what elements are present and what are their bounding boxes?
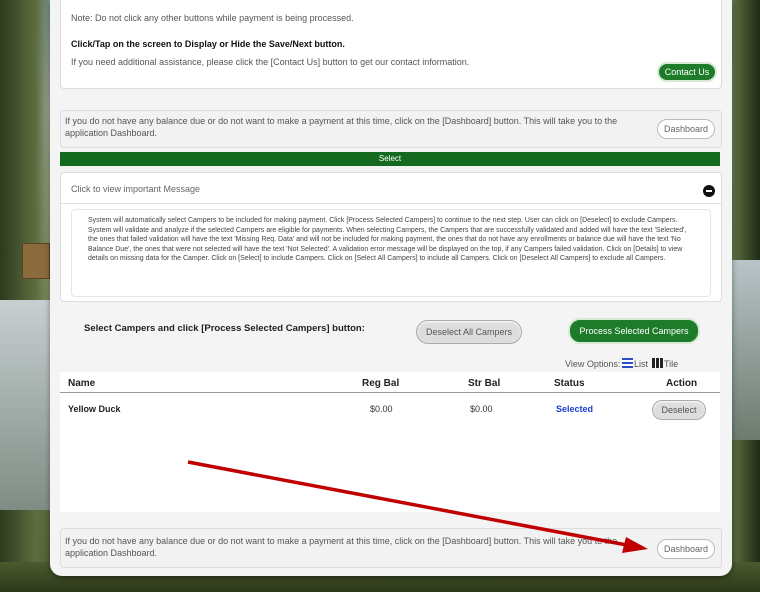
background-lake-right <box>730 260 760 440</box>
dashboard-button-bottom[interactable]: Dashboard <box>657 539 715 559</box>
save-next-note: Click/Tap on the screen to Display or Hi… <box>71 39 345 49</box>
dashboard-note-text: If you do not have any balance due or do… <box>65 116 618 138</box>
select-bar: Select <box>60 152 720 166</box>
important-message-header[interactable]: Click to view important Message <box>71 183 200 195</box>
dashboard-button-top[interactable]: Dashboard <box>657 119 715 139</box>
dashboard-note-card: If you do not have any balance due or do… <box>60 110 722 148</box>
important-message-body: System will automatically select Campers… <box>88 217 687 262</box>
process-selected-button[interactable]: Process Selected Campers <box>568 318 700 344</box>
table-row: Yellow Duck $0.00 $0.00 Selected Deselec… <box>60 396 720 422</box>
camper-status: Selected <box>556 404 594 414</box>
collapse-icon[interactable] <box>703 185 715 197</box>
col-status: Status <box>554 378 585 389</box>
important-message-card: Click to view important Message System w… <box>60 172 722 302</box>
contact-us-button[interactable]: Contact Us <box>657 62 717 82</box>
list-view-label[interactable]: List <box>634 358 648 370</box>
background-sign <box>22 243 50 279</box>
col-action: Action <box>666 378 698 389</box>
deselect-camper-button[interactable]: Deselect <box>652 400 706 420</box>
dashboard-note-card-bottom: If you do not have any balance due or do… <box>60 528 722 568</box>
col-reg-bal: Reg Bal <box>362 378 400 389</box>
col-str-bal: Str Bal <box>468 378 501 389</box>
view-options-label: View Options: <box>565 359 621 369</box>
camper-reg-bal: $0.00 <box>370 404 393 414</box>
important-message-body-box: System will automatically select Campers… <box>71 209 711 297</box>
campers-table: Name Reg Bal Str Bal Status Action Yello… <box>60 372 720 512</box>
col-name: Name <box>68 378 96 389</box>
dashboard-note-text-bottom: If you do not have any balance due or do… <box>65 536 618 558</box>
deselect-all-button[interactable]: Deselect All Campers <box>416 320 522 344</box>
processing-note: Note: Do not click any other buttons whi… <box>71 13 354 23</box>
camper-name: Yellow Duck <box>68 404 121 414</box>
payment-panel: Note: Do not click any other buttons whi… <box>50 0 732 576</box>
list-view-icon[interactable] <box>622 358 633 368</box>
tile-view-label[interactable]: Tile <box>664 358 678 370</box>
camper-str-bal: $0.00 <box>470 404 493 414</box>
top-notes-card: Note: Do not click any other buttons whi… <box>60 0 722 89</box>
assistance-note: If you need additional assistance, pleas… <box>71 57 470 67</box>
campers-prompt: Select Campers and click [Process Select… <box>84 323 365 334</box>
tile-view-icon[interactable] <box>652 358 663 368</box>
